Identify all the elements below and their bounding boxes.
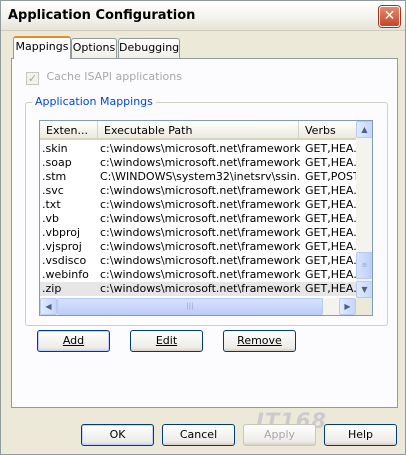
path-cell: c:\windows\microsoft.net\framework\... <box>100 254 300 267</box>
table-row[interactable]: .soap c:\windows\microsoft.net\framework\… <box>40 156 357 170</box>
table-row[interactable]: .vjsproj c:\windows\microsoft.net\framewo… <box>40 240 357 254</box>
verbs-cell: GET,HEA... <box>305 212 357 225</box>
remove-button[interactable]: Remove <box>223 330 296 352</box>
list-rows: .skin c:\windows\microsoft.net\framework\… <box>40 142 357 296</box>
extension-cell: .stm <box>42 170 67 183</box>
window-title: Application Configuration <box>8 8 196 23</box>
cache-checkbox-row[interactable]: ✓ Cache ISAPI applications <box>26 70 182 85</box>
extension-cell: .skin <box>42 142 68 155</box>
verbs-cell: GET,POST <box>305 170 357 183</box>
table-row[interactable]: .vbproj c:\windows\microsoft.net\framewor… <box>40 226 357 240</box>
path-cell: c:\windows\microsoft.net\framework\... <box>100 198 300 211</box>
extension-cell: .zip <box>42 282 62 295</box>
tab-options-label: Options <box>72 41 116 54</box>
verbs-cell: GET,HEA... <box>305 240 357 253</box>
mappings-list[interactable]: Exten... Executable Path Verbs .skin c:\w… <box>39 120 373 316</box>
add-button-label: Add <box>62 334 85 347</box>
arrow-left-icon[interactable]: ◀ <box>40 298 57 315</box>
column-header-extension-label: Exten... <box>46 124 89 137</box>
close-icon[interactable]: ✕ <box>379 6 400 27</box>
verbs-cell: GET,HEA... <box>305 142 357 155</box>
scroll-corner <box>356 298 372 315</box>
tab-debugging-label: Debugging <box>119 41 180 54</box>
dialog-window: Application Configuration ✕ Mappings Opt… <box>0 0 406 455</box>
list-header: Exten... Executable Path Verbs <box>40 121 356 140</box>
table-row[interactable]: .zip c:\windows\microsoft.net\framework\.… <box>40 282 357 296</box>
path-cell: c:\windows\microsoft.net\framework\... <box>100 142 300 155</box>
cancel-button[interactable]: Cancel <box>162 424 235 446</box>
table-row[interactable]: .stm C:\WINDOWS\system32\inetsrv\ssin... G… <box>40 170 357 184</box>
vertical-scrollbar[interactable]: ▲ ≡ ▼ <box>356 121 372 298</box>
horizontal-scroll-thumb[interactable]: ||| <box>57 298 323 315</box>
tab-mappings[interactable]: Mappings <box>13 36 71 59</box>
column-header-extension[interactable]: Exten... <box>40 121 98 140</box>
group-label: Application Mappings <box>32 95 156 108</box>
horizontal-scrollbar[interactable]: ◀ ||| ▶ <box>40 298 356 315</box>
apply-button[interactable]: Apply <box>243 424 316 446</box>
arrow-right-icon[interactable]: ▶ <box>339 298 356 315</box>
column-header-executable-path[interactable]: Executable Path <box>98 121 299 140</box>
cache-checkbox-label: Cache ISAPI applications <box>46 70 182 83</box>
arrow-up-icon[interactable]: ▲ <box>356 121 372 138</box>
cache-checkbox[interactable]: ✓ <box>26 72 39 85</box>
table-row[interactable]: .svc c:\windows\microsoft.net\framework\.… <box>40 184 357 198</box>
edit-button-label: Edit <box>155 334 178 347</box>
path-cell: c:\windows\microsoft.net\framework\... <box>100 212 300 225</box>
table-row[interactable]: .vsdisco c:\windows\microsoft.net\framewo… <box>40 254 357 268</box>
column-header-verbs[interactable]: Verbs <box>299 121 356 140</box>
extension-cell: .vjsproj <box>42 240 82 253</box>
verbs-cell: GET,HEA... <box>305 282 357 295</box>
extension-cell: .vbproj <box>42 226 81 239</box>
cancel-button-label: Cancel <box>179 428 218 441</box>
verbs-cell: GET,HEA... <box>305 268 357 281</box>
extension-cell: .svc <box>42 184 64 197</box>
verbs-cell: GET,HEA... <box>305 198 357 211</box>
table-row[interactable]: .vb c:\windows\microsoft.net\framework\..… <box>40 212 357 226</box>
verbs-cell: GET,HEA... <box>305 254 357 267</box>
mappings-panel: ✓ Cache ISAPI applications Application M… <box>11 58 398 408</box>
path-cell: c:\windows\microsoft.net\framework\... <box>100 184 300 197</box>
tab-mappings-label: Mappings <box>15 40 69 53</box>
extension-cell: .vsdisco <box>42 254 87 267</box>
vertical-scroll-thumb[interactable]: ≡ <box>356 252 372 279</box>
table-row[interactable]: .txt c:\windows\microsoft.net\framework\.… <box>40 198 357 212</box>
title-bar[interactable]: Application Configuration ✕ <box>1 1 405 31</box>
path-cell: c:\windows\microsoft.net\framework\... <box>100 226 300 239</box>
ok-button-label: OK <box>109 428 126 441</box>
extension-cell: .soap <box>42 156 72 169</box>
verbs-cell: GET,HEA... <box>305 156 357 169</box>
application-mappings-group: Application Mappings Exten... Executable… <box>25 95 388 326</box>
remove-button-label: Remove <box>237 334 282 347</box>
arrow-down-icon[interactable]: ▼ <box>356 281 372 298</box>
edit-button[interactable]: Edit <box>130 330 203 352</box>
ok-button[interactable]: OK <box>81 424 154 446</box>
add-button[interactable]: Add <box>37 330 110 352</box>
extension-cell: .webinfo <box>42 268 89 281</box>
path-cell: c:\windows\microsoft.net\framework\... <box>100 282 300 295</box>
extension-cell: .vb <box>42 212 59 225</box>
verbs-cell: GET,HEA... <box>305 184 357 197</box>
path-cell: c:\windows\microsoft.net\framework\... <box>100 156 300 169</box>
extension-cell: .txt <box>42 198 61 211</box>
tab-debugging[interactable]: Debugging <box>118 38 180 58</box>
help-button[interactable]: Help <box>324 424 397 446</box>
help-button-label: Help <box>347 428 374 441</box>
table-row[interactable]: .webinfo c:\windows\microsoft.net\framewo… <box>40 268 357 282</box>
apply-button-label: Apply <box>263 428 296 441</box>
verbs-cell: GET,HEA... <box>305 226 357 239</box>
column-header-verbs-label: Verbs <box>305 124 336 137</box>
path-cell: c:\windows\microsoft.net\framework\... <box>100 240 300 253</box>
column-header-path-label: Executable Path <box>104 124 193 137</box>
table-row[interactable]: .skin c:\windows\microsoft.net\framework\… <box>40 142 357 156</box>
path-cell: c:\windows\microsoft.net\framework\... <box>100 268 300 281</box>
tab-options[interactable]: Options <box>71 38 117 58</box>
path-cell: C:\WINDOWS\system32\inetsrv\ssin... <box>100 170 300 183</box>
